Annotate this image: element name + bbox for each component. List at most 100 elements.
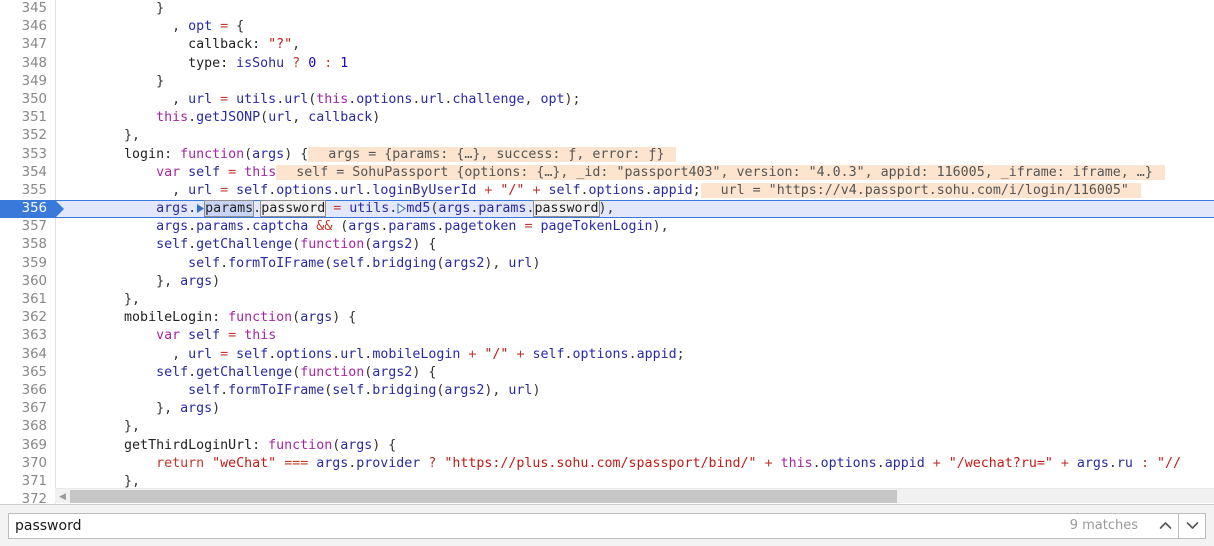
code-token: : [164, 146, 181, 162]
code-token: options [356, 91, 413, 107]
code-token: ( [244, 146, 253, 162]
code-token: args [156, 201, 189, 217]
code-token: args [156, 219, 189, 235]
code-line[interactable]: 355 , url = self.options.url.loginByUser… [0, 181, 1214, 201]
code-token: = [212, 346, 237, 362]
code-token: args [180, 273, 213, 289]
code-line[interactable]: 347 callback: "?", [0, 36, 1214, 55]
search-next-button[interactable] [1179, 512, 1206, 539]
code-line[interactable]: 360 }, args) [0, 272, 1214, 291]
gutter-divider [55, 90, 56, 110]
code-line[interactable]: 345 } [0, 0, 1214, 19]
code-line[interactable]: 370 return "weChat" === args. provider ? … [0, 454, 1214, 473]
code-line-paused[interactable]: 356 args. params.password = utils. md5(arg… [0, 200, 1214, 219]
code-line[interactable]: 367 }, args) [0, 400, 1214, 419]
line-number[interactable]: 346 [0, 18, 55, 37]
gutter-divider [55, 54, 56, 73]
gutter-divider [55, 218, 56, 237]
search-prev-button[interactable] [1152, 512, 1179, 539]
line-number[interactable]: 350 [0, 90, 55, 110]
code-token: this [244, 328, 277, 344]
code-token: = [220, 328, 245, 344]
code-line[interactable]: 350 , url = utils.url(this.options.url.c… [0, 90, 1214, 110]
line-number[interactable]: 351 [0, 109, 55, 128]
code-token: options [276, 346, 333, 362]
line-number[interactable]: 347 [0, 36, 55, 55]
code-token: ) [212, 401, 221, 417]
line-number[interactable]: 363 [0, 327, 55, 346]
line-number[interactable]: 366 [0, 381, 55, 401]
chevron-left-icon[interactable]: ◀ [56, 489, 69, 504]
search-input[interactable]: password [15, 518, 1070, 534]
line-number[interactable]: 345 [0, 0, 55, 19]
code-lines-container: 345 } 346 , opt = {347 callback: "?", 348 … [0, 0, 1214, 504]
code-line[interactable]: 361 }, [0, 291, 1214, 310]
code-token: 1 [340, 55, 349, 71]
line-number[interactable]: 367 [0, 400, 55, 419]
code-token: ) { [372, 437, 397, 453]
code-token: getThirdLoginUrl [124, 437, 253, 453]
code-line[interactable]: 362 mobileLogin: function(args) { [0, 309, 1214, 328]
line-number[interactable]: 358 [0, 236, 55, 255]
step-into-marker-icon[interactable] [196, 201, 205, 216]
gutter-divider [55, 36, 56, 55]
line-number[interactable]: 349 [0, 72, 55, 91]
code-token: . [644, 182, 653, 198]
code-editor[interactable]: 345 } 346 , opt = {347 callback: "?", 348 … [0, 0, 1214, 504]
code-token: url [508, 382, 533, 398]
line-number[interactable]: 365 [0, 363, 55, 382]
code-line[interactable]: 349 } [0, 72, 1214, 91]
code-line[interactable]: 364 , url = self.options.url.mobileLogin… [0, 345, 1214, 364]
code-token: . [188, 237, 197, 253]
code-token: self [188, 255, 221, 271]
code-line[interactable]: 348 type: isSohu ? 0 : 1 [0, 54, 1214, 73]
line-number[interactable]: 360 [0, 272, 55, 291]
code-line[interactable]: 351 this.getJSONP(url, callback) [0, 109, 1214, 128]
line-number[interactable]: 356 [0, 200, 64, 219]
code-line[interactable]: 366 self.formToIFrame(self.bridging(args… [0, 381, 1214, 401]
code-line[interactable]: 358 self.getChallenge(function(args2) { [0, 236, 1214, 255]
code-token: : [212, 310, 229, 326]
code-line[interactable]: 352 }, [0, 127, 1214, 146]
line-number[interactable]: 352 [0, 127, 55, 146]
code-token: { [236, 19, 245, 35]
line-number[interactable]: 359 [0, 254, 55, 273]
line-number[interactable]: 357 [0, 218, 55, 237]
line-number[interactable]: 372 [0, 491, 55, 504]
code-token: , [60, 91, 189, 107]
code-line[interactable]: 354 var self = this self = SohuPassport … [0, 163, 1214, 182]
code-token: mobileLogin [372, 346, 461, 362]
code-line[interactable]: 346 , opt = { [0, 18, 1214, 37]
code-line[interactable]: 353 login: function(args) { args = {para… [0, 145, 1214, 164]
code-line[interactable]: 365 self.getChallenge(function(args2) { [0, 363, 1214, 382]
line-number[interactable]: 364 [0, 345, 55, 364]
code-line[interactable]: 357 args.params.captcha && (args.params.… [0, 218, 1214, 237]
line-number[interactable]: 369 [0, 436, 55, 455]
scrollbar-thumb[interactable] [70, 490, 897, 503]
code-line[interactable]: 368 }, [0, 418, 1214, 437]
line-number[interactable]: 361 [0, 291, 55, 310]
code-token: }, [60, 401, 181, 417]
code-line-text: var self = this self = SohuPassport {opt… [60, 164, 1165, 182]
code-token: ; [692, 182, 701, 198]
code-token: self [532, 346, 565, 362]
line-number[interactable]: 348 [0, 54, 55, 73]
code-line[interactable]: 359 self.formToIFrame(self.bridging(args… [0, 254, 1214, 273]
line-number[interactable]: 354 [0, 163, 55, 182]
horizontal-scrollbar[interactable]: ◀ [55, 488, 1214, 503]
search-input-wrapper[interactable]: password 9 matches [8, 512, 1153, 539]
line-number[interactable]: 355 [0, 181, 55, 201]
code-token: args [300, 310, 333, 326]
line-number[interactable]: 362 [0, 309, 55, 328]
code-token: }, [60, 419, 141, 435]
step-into-marker-outline-icon[interactable] [397, 201, 407, 216]
line-number[interactable]: 353 [0, 145, 55, 164]
code-token: : [252, 437, 269, 453]
code-token: args2 [372, 364, 413, 380]
code-line[interactable]: 363 var self = this [0, 327, 1214, 346]
line-number[interactable]: 370 [0, 454, 55, 473]
line-number[interactable]: 371 [0, 472, 55, 492]
code-line[interactable]: 369 getThirdLoginUrl: function(args) { [0, 436, 1214, 455]
line-number[interactable]: 368 [0, 418, 55, 437]
